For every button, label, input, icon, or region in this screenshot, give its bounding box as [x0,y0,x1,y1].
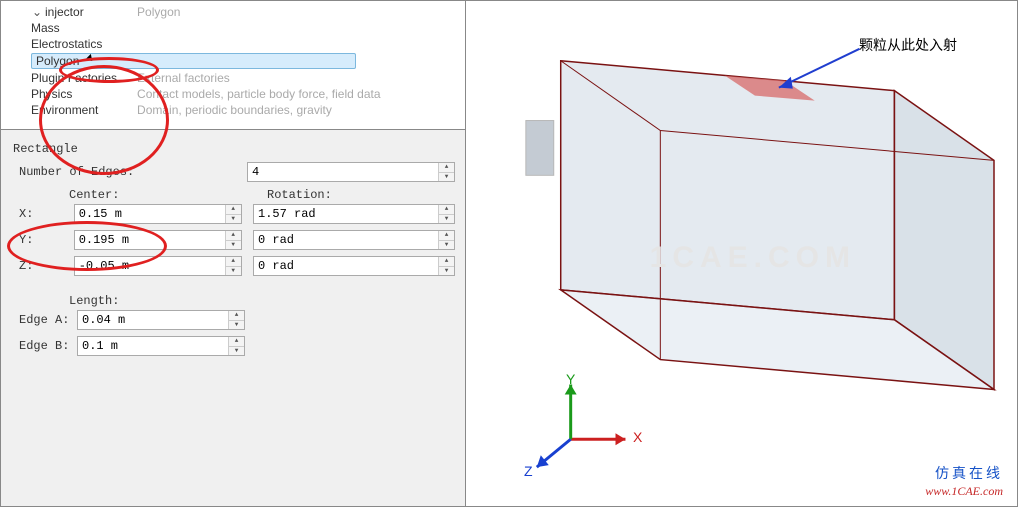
center-y-input[interactable] [75,231,225,249]
cursor-icon [86,54,96,64]
edge-a-input[interactable] [78,311,228,329]
group-title: Rectangle [11,138,455,160]
edges-stepper[interactable]: ▲▼ [247,162,455,182]
axis-y-label: Y [566,371,575,387]
rotation-z-input[interactable] [254,257,438,275]
rotation-y-input[interactable] [254,231,438,249]
rotation-y-stepper[interactable]: ▲▼ [253,230,455,250]
tree-item-environment[interactable]: Environment Domain, periodic boundaries,… [31,103,381,119]
tree-item-electrostatics[interactable]: Electrostatics [31,37,381,53]
edge-a-stepper[interactable]: ▲▼ [77,310,245,330]
rotation-z-stepper[interactable]: ▲▼ [253,256,455,276]
tree-item-physics[interactable]: Physics Contact models, particle body fo… [31,87,381,103]
rotation-x-input[interactable] [254,205,438,223]
rotation-header: Rotation: [267,188,455,202]
edge-b-label: Edge B: [19,339,77,353]
y-label: Y: [19,233,74,247]
tree-item-injector[interactable]: ⌄injector Polygon [31,5,381,21]
spin-down-icon[interactable]: ▼ [439,173,454,182]
tree-panel: ⌄injector Polygon Mass Electrostatics Po… [1,1,465,129]
axis-z-label: Z [524,463,533,479]
chevron-down-icon[interactable]: ⌄ [31,5,43,19]
edges-label: Number of Edges: [19,165,247,179]
center-x-input[interactable] [75,205,225,223]
viewport-3d[interactable]: 1CAE.COM X Y Z 颗粒从此处入射 仿真在线 www.1CAE.com [466,1,1017,506]
watermark: 1CAE.COM [650,241,856,275]
edge-a-label: Edge A: [19,313,77,327]
center-y-stepper[interactable]: ▲▼ [74,230,242,250]
annotation-text: 颗粒从此处入射 [859,35,957,55]
spin-up-icon[interactable]: ▲ [439,163,454,173]
edge-b-stepper[interactable]: ▲▼ [77,336,245,356]
center-z-stepper[interactable]: ▲▼ [74,256,242,276]
length-header: Length: [69,294,455,308]
edges-input[interactable] [248,163,438,181]
edge-b-input[interactable] [78,337,228,355]
tree-item-mass[interactable]: Mass [31,21,381,37]
tree-item-polygon[interactable]: Polygon [31,53,381,71]
x-label: X: [19,207,74,221]
center-header: Center: [69,188,257,202]
properties-panel: Rectangle Number of Edges: ▲▼ Center: Ro… [1,129,465,506]
z-label: Z: [19,259,74,273]
axis-x-label: X [633,429,642,445]
center-x-stepper[interactable]: ▲▼ [74,204,242,224]
rotation-x-stepper[interactable]: ▲▼ [253,204,455,224]
tree-item-plugin-factories[interactable]: Plugin Factories External factories [31,71,381,87]
center-z-input[interactable] [75,257,225,275]
credit: 仿真在线 www.1CAE.com [925,466,1003,500]
